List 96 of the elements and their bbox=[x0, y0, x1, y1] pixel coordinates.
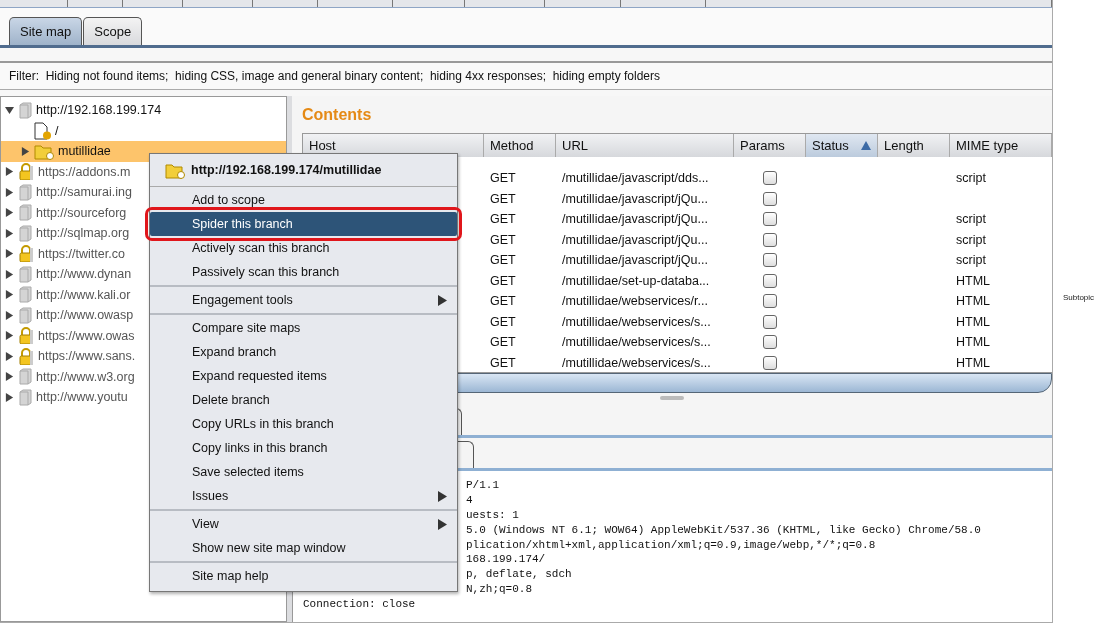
table-cell-text: GET bbox=[489, 273, 517, 288]
folder-icon bbox=[165, 161, 185, 179]
table-cell-text: /mutillidae/javascript/jQu... bbox=[561, 191, 709, 206]
filter-text[interactable]: Filter: Hiding not found items; hiding CSS, image and general binary content; hiding 4xx responses; hiding empty folders bbox=[9, 69, 661, 83]
expand-icon[interactable] bbox=[5, 187, 14, 197]
table-cell-text: GET bbox=[489, 191, 517, 206]
menu-item[interactable]: Issues bbox=[150, 484, 457, 508]
column-header[interactable]: MIME type bbox=[950, 134, 1052, 157]
tab[interactable]: Site map bbox=[9, 17, 83, 45]
table-cell-text: HTML bbox=[955, 355, 992, 370]
request-line: N,zh;q=0.8 bbox=[466, 583, 532, 598]
menu-item[interactable]: Delete branch bbox=[150, 388, 457, 412]
table-cell-text: /mutillidae/javascript/jQu... bbox=[561, 253, 709, 268]
tree-item[interactable]: http://192.168.199.174 bbox=[1, 100, 286, 121]
menu-item[interactable]: Actively scan this branch bbox=[150, 236, 457, 260]
expand-icon[interactable] bbox=[5, 167, 14, 177]
folder-icon bbox=[34, 142, 54, 160]
column-header[interactable]: Params bbox=[734, 134, 806, 157]
params-checkbox[interactable] bbox=[763, 212, 777, 227]
params-checkbox[interactable] bbox=[763, 273, 777, 288]
contents-title: Contents bbox=[302, 105, 372, 124]
menu-item[interactable]: Copy URLs in this branch bbox=[150, 412, 457, 436]
table-cell-text: GET bbox=[489, 171, 517, 186]
menu-item[interactable]: Expand requested items bbox=[150, 364, 457, 388]
table-cell-text: GET bbox=[489, 335, 517, 350]
menu-item[interactable]: Add to scope bbox=[150, 188, 457, 212]
params-checkbox[interactable] bbox=[763, 294, 777, 309]
expand-icon[interactable] bbox=[5, 351, 14, 361]
table-cell-text: script bbox=[955, 232, 987, 247]
request-line: p, deflate, sdch bbox=[466, 568, 572, 583]
table-cell-text: GET bbox=[489, 314, 517, 329]
table-cell-text: script bbox=[955, 212, 987, 227]
sort-ascending-icon bbox=[861, 141, 871, 150]
table-cell-text: HTML bbox=[955, 335, 992, 350]
table-cell-text: /mutillidae/javascript/jQu... bbox=[561, 232, 709, 247]
menu-title: http://192.168.199.174/mutillidae bbox=[191, 163, 382, 177]
expand-icon[interactable] bbox=[5, 392, 14, 402]
request-line: uests: 1 bbox=[466, 508, 519, 523]
column-header[interactable]: Length bbox=[878, 134, 950, 157]
params-checkbox[interactable] bbox=[763, 232, 777, 247]
request-line: plication/xhtml+xml,application/xml;q=0.9,image/webp,*/*;q=0.8 bbox=[466, 538, 876, 553]
expand-icon[interactable] bbox=[5, 290, 14, 300]
params-checkbox[interactable] bbox=[763, 355, 777, 370]
request-line: Connection: close bbox=[303, 598, 416, 613]
params-checkbox[interactable] bbox=[763, 171, 777, 186]
column-header[interactable]: Status bbox=[806, 134, 878, 157]
table-cell-text: /mutillidae/set-up-databa... bbox=[561, 273, 711, 288]
table-cell-text: GET bbox=[489, 355, 517, 370]
request-line: 168.199.174/ bbox=[466, 553, 546, 568]
tree-item[interactable]: / bbox=[1, 120, 286, 141]
request-line: 4 bbox=[466, 493, 473, 508]
params-checkbox[interactable] bbox=[763, 253, 777, 268]
table-cell-text: script bbox=[955, 171, 987, 186]
table-cell-text: GET bbox=[489, 294, 517, 309]
params-checkbox[interactable] bbox=[763, 191, 777, 206]
table-cell-text: /mutillidae/webservices/r... bbox=[561, 294, 709, 309]
table-cell-text: /mutillidae/webservices/s... bbox=[561, 335, 712, 350]
table-cell-text: script bbox=[955, 253, 987, 268]
splitter-handle[interactable] bbox=[660, 396, 684, 400]
table-cell-text: /mutillidae/javascript/jQu... bbox=[561, 212, 709, 227]
request-line: P/1.1 bbox=[466, 479, 499, 493]
table-cell-text: /mutillidae/webservices/s... bbox=[561, 314, 712, 329]
file-icon bbox=[34, 121, 51, 140]
table-cell-text: HTML bbox=[955, 273, 992, 288]
expand-icon[interactable] bbox=[5, 331, 14, 341]
table-cell-text: HTML bbox=[955, 314, 992, 329]
menu-item[interactable]: Save selected items bbox=[150, 460, 457, 484]
table-cell-text: HTML bbox=[955, 294, 992, 309]
expand-icon[interactable] bbox=[5, 372, 14, 382]
menu-item[interactable]: Expand branch bbox=[150, 340, 457, 364]
table-cell-text: GET bbox=[489, 253, 517, 268]
tab[interactable]: Scope bbox=[83, 17, 143, 45]
menu-item[interactable]: Passively scan this branch bbox=[150, 260, 457, 284]
params-checkbox[interactable] bbox=[763, 314, 777, 329]
table-cell-text: GET bbox=[489, 212, 517, 227]
menu-item[interactable]: Site map help bbox=[150, 564, 457, 588]
expand-icon[interactable] bbox=[5, 269, 14, 279]
table-cell-text: /mutillidae/javascript/dds... bbox=[561, 171, 710, 186]
table-cell-text: GET bbox=[489, 232, 517, 247]
menu-item[interactable]: Compare site maps bbox=[150, 316, 457, 340]
table-cell-text: /mutillidae/webservices/s... bbox=[561, 355, 712, 370]
menu-item[interactable]: Engagement tools bbox=[150, 288, 457, 312]
params-checkbox[interactable] bbox=[763, 335, 777, 350]
request-line: 5.0 (Windows NT 6.1; WOW64) AppleWebKit/537.36 (KHTML, like Gecko) Chrome/58.0 bbox=[466, 523, 981, 538]
column-header[interactable]: Method bbox=[484, 134, 556, 157]
expand-icon[interactable] bbox=[5, 310, 14, 320]
expand-icon[interactable] bbox=[5, 249, 14, 259]
expand-icon[interactable] bbox=[5, 228, 14, 238]
expand-icon[interactable] bbox=[21, 146, 30, 156]
column-header[interactable]: URL bbox=[556, 134, 734, 157]
collapse-icon[interactable] bbox=[5, 105, 14, 115]
side-note: Subtopic bbox=[1062, 293, 1095, 302]
menu-item[interactable]: Copy links in this branch bbox=[150, 436, 457, 460]
menu-item[interactable]: Show new site map window bbox=[150, 536, 457, 560]
expand-icon[interactable] bbox=[5, 208, 14, 218]
menu-item[interactable]: View bbox=[150, 512, 457, 536]
